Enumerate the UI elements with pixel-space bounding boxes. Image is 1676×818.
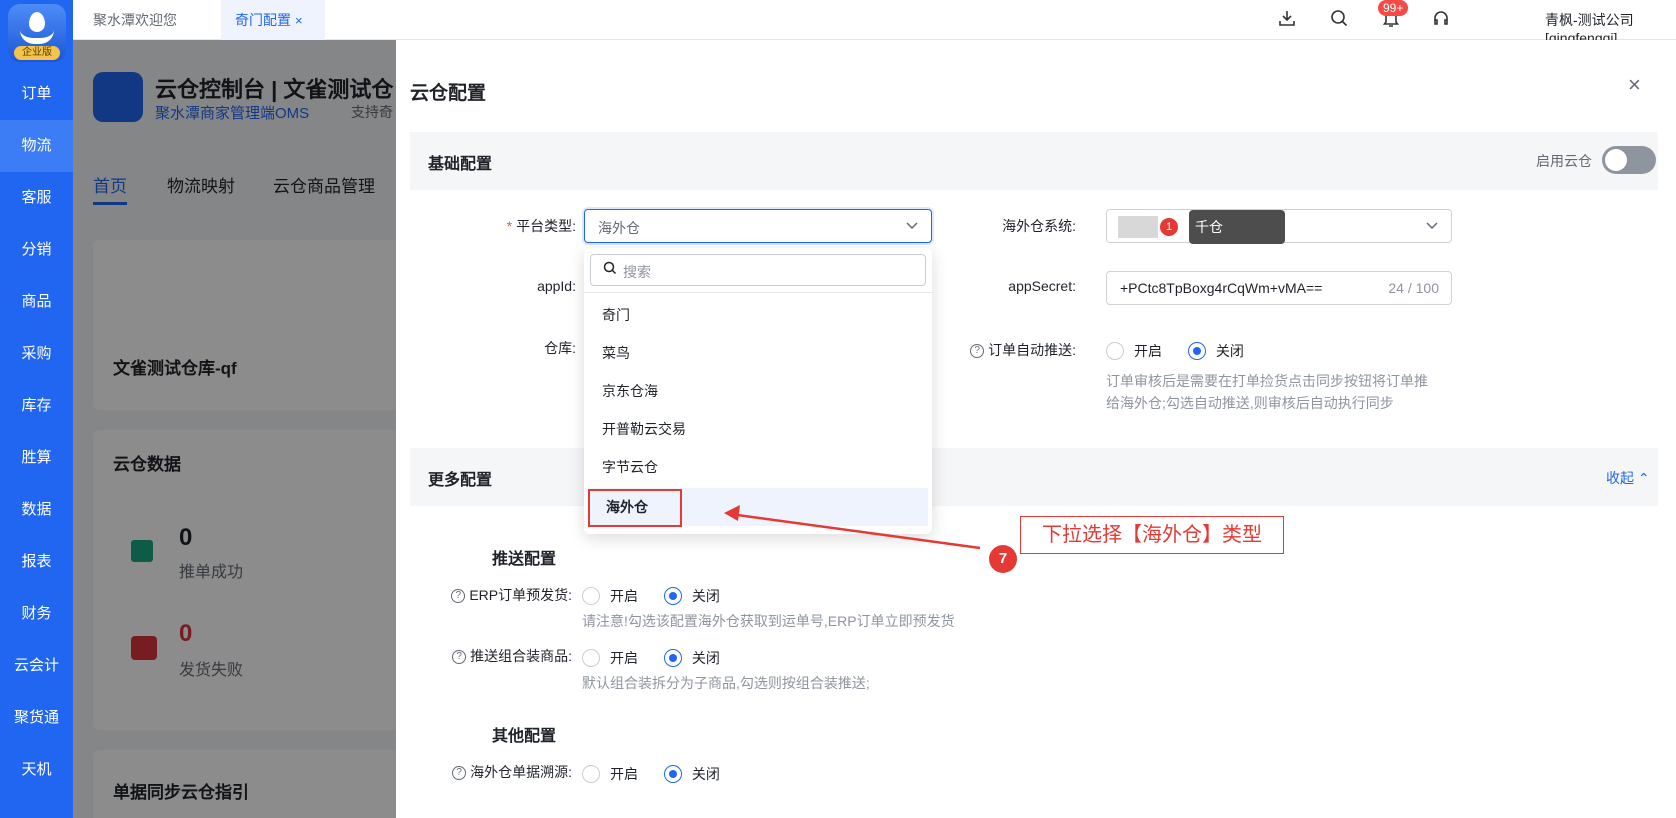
step-number: 7 [989,545,1017,573]
annotation-text: 下拉选择【海外仓】类型 [1020,516,1284,554]
annotation-arrow [724,505,981,550]
